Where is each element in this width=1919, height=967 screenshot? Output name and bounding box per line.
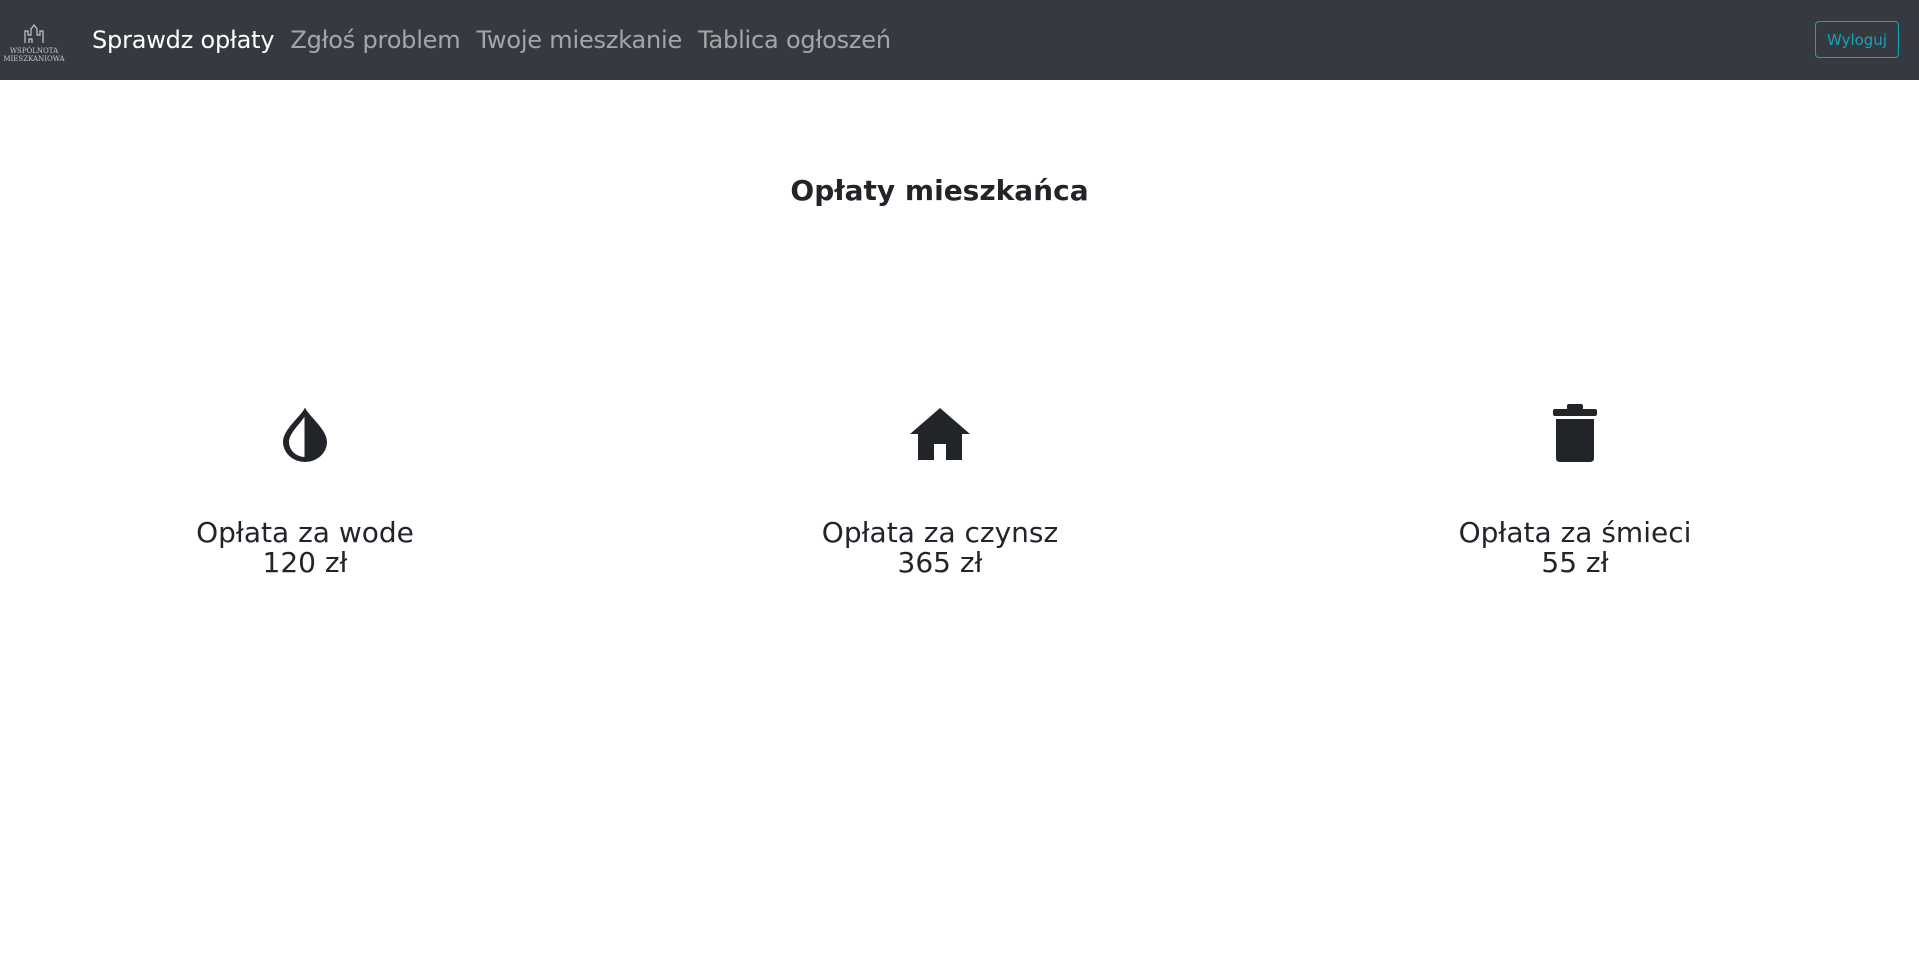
fee-card-water: Opłata za wode 120 zł [95,400,515,578]
fee-card-trash: Opłata za śmieci 55 zł [1365,400,1785,578]
fee-label: Opłata za wode [196,516,414,549]
fee-amount: 120 zł [262,546,348,579]
water-drop-icon [283,408,327,462]
trash-icon [1553,404,1597,462]
fee-label: Opłata za śmieci [1458,516,1692,549]
logout-button[interactable]: Wyloguj [1815,21,1899,58]
logo-text-line-2: MIESZKANIOWA [3,55,65,63]
main-nav: Sprawdz opłaty Zgłoś problem Twoje miesz… [92,26,907,54]
community-logo-icon: WSPÓLNOTA MIESZKANIOWA [3,24,66,63]
nav-link-tablica-ogloszen[interactable]: Tablica ogłoszeń [698,26,891,54]
house-icon [910,408,970,460]
page-title: Opłaty mieszkańca [790,174,1089,207]
fee-label: Opłata za czynsz [821,516,1059,549]
nav-link-sprawdz-oplaty[interactable]: Sprawdz opłaty [92,26,275,54]
fee-amount: 365 zł [897,546,983,579]
nav-link-twoje-mieszkanie[interactable]: Twoje mieszkanie [476,26,682,54]
brand-logo[interactable]: WSPÓLNOTA MIESZKANIOWA [1,15,67,65]
fee-amount: 55 zł [1541,546,1609,579]
logo-text-line-1: WSPÓLNOTA [10,46,59,55]
nav-link-zglos-problem[interactable]: Zgłoś problem [290,26,460,54]
top-navbar: WSPÓLNOTA MIESZKANIOWA Sprawdz opłaty Zg… [0,0,1919,80]
fee-card-rent: Opłata za czynsz 365 zł [730,400,1150,578]
